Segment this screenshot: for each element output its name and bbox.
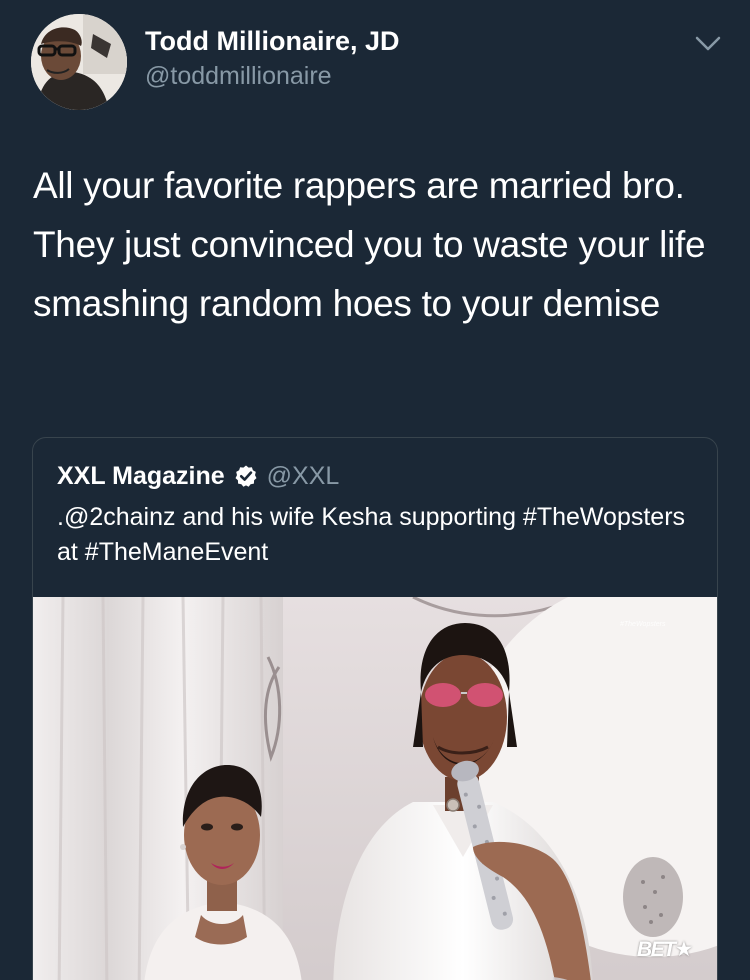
chevron-down-icon[interactable]: [694, 34, 722, 54]
quoted-tweet-media[interactable]: #TheWopsters BET★: [33, 597, 717, 980]
author-handle[interactable]: @toddmillionaire: [145, 62, 332, 91]
quoted-tweet-header: XXL Magazine @XXL: [57, 458, 339, 494]
author-avatar[interactable]: [31, 14, 127, 110]
avatar-image: [31, 14, 127, 110]
quoted-tweet-card[interactable]: XXL Magazine @XXL .@2chainz and his wife…: [32, 437, 718, 980]
quoted-tweet-text: .@2chainz and his wife Kesha supporting …: [57, 503, 686, 566]
author-name[interactable]: Todd Millionaire, JD: [145, 26, 400, 57]
tweet-view: Todd Millionaire, JD @toddmillionaire Al…: [0, 0, 750, 980]
network-logo: BET★: [637, 938, 693, 961]
verified-badge-icon: [235, 465, 257, 487]
quoted-author-name[interactable]: XXL Magazine: [57, 462, 225, 491]
tweet-text: All your favorite rappers are married br…: [33, 165, 706, 324]
media-watermark: #TheWopsters: [620, 621, 666, 628]
quoted-author-handle[interactable]: @XXL: [267, 462, 340, 491]
media-photo: [33, 597, 717, 980]
